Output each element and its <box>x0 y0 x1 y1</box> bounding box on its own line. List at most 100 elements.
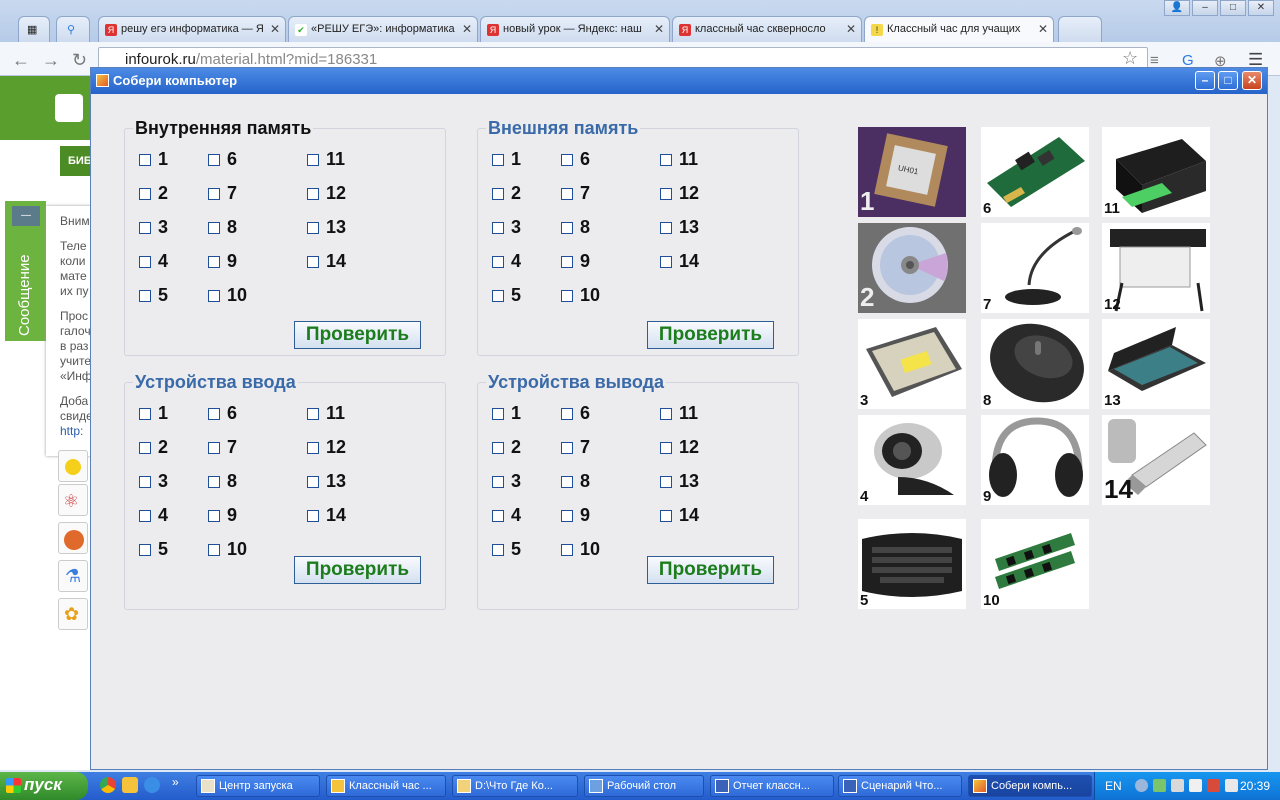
site-nav-item[interactable]: БИБ <box>60 146 92 176</box>
bookmark-star-icon[interactable]: ☆ <box>1122 48 1138 69</box>
chrome-icon[interactable] <box>100 777 116 793</box>
checkbox-8[interactable]: 8 <box>208 471 237 492</box>
maximize-icon[interactable]: □ <box>1220 0 1246 16</box>
checkbox-10[interactable]: 10 <box>208 285 247 306</box>
new-tab-button[interactable] <box>1058 16 1102 42</box>
checkbox-14[interactable]: 14 <box>660 251 699 272</box>
checkbox-2[interactable]: 2 <box>139 183 168 204</box>
tab-close-icon[interactable]: ✕ <box>462 22 472 36</box>
browser-tab-5[interactable]: ! Классный час для учащих ✕ <box>864 16 1054 43</box>
profile-tab[interactable]: ⚲ <box>56 16 90 42</box>
back-arrow-icon[interactable] <box>1135 779 1148 792</box>
volume-icon[interactable] <box>1189 779 1202 792</box>
checkbox-2[interactable]: 2 <box>492 437 521 458</box>
forward-arrow-icon[interactable]: → <box>42 50 60 71</box>
browser-tab-2[interactable]: ✔ «РЕШУ ЕГЭ»: информатика ✕ <box>288 16 478 42</box>
task-launch-center[interactable]: Центр запуска <box>196 775 320 797</box>
checkbox-8[interactable]: 8 <box>208 217 237 238</box>
task-report[interactable]: Отчет классн... <box>710 775 834 797</box>
checkbox-12[interactable]: 12 <box>307 437 346 458</box>
subject-icon-sun[interactable] <box>58 450 88 482</box>
tab-close-icon[interactable]: ✕ <box>846 22 856 36</box>
checkbox-13[interactable]: 13 <box>660 471 699 492</box>
checkbox-3[interactable]: 3 <box>139 471 168 492</box>
checkbox-1[interactable]: 1 <box>139 149 168 170</box>
checkbox-9[interactable]: 9 <box>561 251 590 272</box>
browser-tab-3[interactable]: Я новый урок — Яндекс: наш ✕ <box>480 16 670 42</box>
minimize-icon[interactable]: – <box>1192 0 1218 16</box>
yandex-browser-icon[interactable] <box>122 777 138 793</box>
checkbox-11[interactable]: 11 <box>660 149 698 170</box>
tab-close-icon[interactable]: ✕ <box>1038 22 1048 36</box>
reload-icon[interactable]: ↻ <box>72 50 87 71</box>
task-class-hour[interactable]: Классный час ... <box>326 775 446 797</box>
quicklaunch-more-icon[interactable]: » <box>172 775 179 789</box>
checkbox-2[interactable]: 2 <box>492 183 521 204</box>
checkbox-14[interactable]: 14 <box>307 505 346 526</box>
tab-close-icon[interactable]: ✕ <box>654 22 664 36</box>
checkbox-7[interactable]: 7 <box>208 183 237 204</box>
browser-tab-1[interactable]: Я решу егэ информатика — Я ✕ <box>98 16 286 42</box>
checkbox-9[interactable]: 9 <box>208 505 237 526</box>
checkbox-13[interactable]: 13 <box>660 217 699 238</box>
check-button[interactable]: Проверить <box>294 321 421 349</box>
close-icon[interactable]: ✕ <box>1248 0 1274 16</box>
task-scenario[interactable]: Сценарий Что... <box>838 775 962 797</box>
window-titlebar[interactable]: Собери компьютер – □ ✕ <box>91 68 1267 94</box>
checkbox-8[interactable]: 8 <box>561 217 590 238</box>
checkbox-7[interactable]: 7 <box>561 183 590 204</box>
checkbox-4[interactable]: 4 <box>492 251 521 272</box>
checkbox-10[interactable]: 10 <box>208 539 247 560</box>
check-button[interactable]: Проверить <box>647 321 774 349</box>
tab-close-icon[interactable]: ✕ <box>270 22 280 36</box>
apps-tab[interactable]: ▦ <box>18 16 50 42</box>
checkbox-5[interactable]: 5 <box>139 539 168 560</box>
checkbox-1[interactable]: 1 <box>139 403 168 424</box>
language-indicator[interactable]: EN <box>1105 779 1122 793</box>
checkbox-2[interactable]: 2 <box>139 437 168 458</box>
checkbox-3[interactable]: 3 <box>492 217 521 238</box>
checkbox-4[interactable]: 4 <box>139 505 168 526</box>
checkbox-1[interactable]: 1 <box>492 149 521 170</box>
checkbox-9[interactable]: 9 <box>208 251 237 272</box>
browser-tab-4[interactable]: Я классный час скверносло ✕ <box>672 16 862 42</box>
checkbox-3[interactable]: 3 <box>492 471 521 492</box>
checkbox-8[interactable]: 8 <box>561 471 590 492</box>
checkbox-9[interactable]: 9 <box>561 505 590 526</box>
checkbox-7[interactable]: 7 <box>561 437 590 458</box>
checkbox-13[interactable]: 13 <box>307 217 346 238</box>
close-icon[interactable]: ✕ <box>1242 71 1262 90</box>
task-desktop[interactable]: Рабочий стол <box>584 775 704 797</box>
checkbox-13[interactable]: 13 <box>307 471 346 492</box>
checkbox-6[interactable]: 6 <box>561 403 590 424</box>
maximize-icon[interactable]: □ <box>1218 71 1238 90</box>
checkbox-11[interactable]: 11 <box>307 403 345 424</box>
checkbox-6[interactable]: 6 <box>208 403 237 424</box>
notice-link[interactable]: http: <box>60 424 92 439</box>
ie-icon[interactable] <box>144 777 160 793</box>
checkbox-4[interactable]: 4 <box>139 251 168 272</box>
subject-icon-atom[interactable]: ⚛ <box>58 484 88 516</box>
subject-icon-ball[interactable] <box>58 522 88 554</box>
checkbox-5[interactable]: 5 <box>492 539 521 560</box>
checkbox-4[interactable]: 4 <box>492 505 521 526</box>
checkbox-10[interactable]: 10 <box>561 539 600 560</box>
checkbox-11[interactable]: 11 <box>307 149 345 170</box>
checkbox-5[interactable]: 5 <box>492 285 521 306</box>
checkbox-11[interactable]: 11 <box>660 403 698 424</box>
checkbox-7[interactable]: 7 <box>208 437 237 458</box>
message-tab-handle[interactable]: — <box>12 206 40 226</box>
network-icon[interactable] <box>1153 779 1166 792</box>
back-arrow-icon[interactable]: ← <box>12 50 30 71</box>
checkbox-6[interactable]: 6 <box>561 149 590 170</box>
checkbox-1[interactable]: 1 <box>492 403 521 424</box>
check-button[interactable]: Проверить <box>647 556 774 584</box>
start-button[interactable]: пуск <box>0 772 88 800</box>
display-icon[interactable] <box>1225 779 1238 792</box>
checkbox-5[interactable]: 5 <box>139 285 168 306</box>
checkbox-6[interactable]: 6 <box>208 149 237 170</box>
checkbox-3[interactable]: 3 <box>139 217 168 238</box>
checkbox-12[interactable]: 12 <box>307 183 346 204</box>
subject-icon-flower[interactable]: ✿ <box>58 598 88 630</box>
checkbox-12[interactable]: 12 <box>660 437 699 458</box>
